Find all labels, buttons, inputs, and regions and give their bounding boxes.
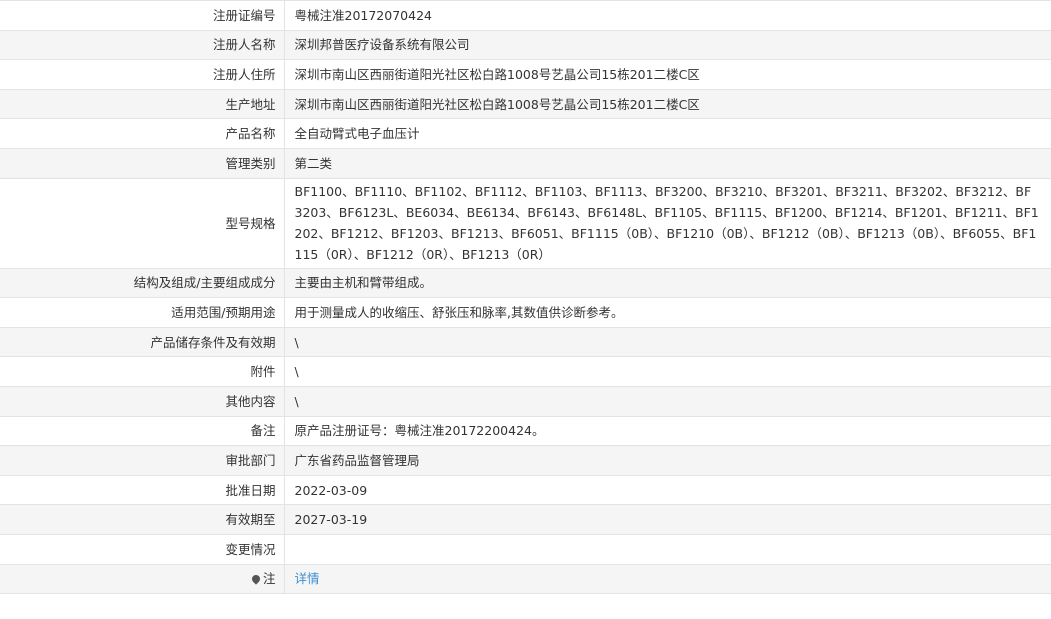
table-row: 其他内容 \ [0,385,1051,417]
field-label-structure: 结构及组成/主要组成成分 [0,267,285,299]
field-value-management-category: 第二类 [284,147,1051,179]
field-value-production-address: 深圳市南山区西丽街道阳光社区松白路1008号艺晶公司15栋201二楼C区 [284,88,1051,120]
field-label-storage: 产品储存条件及有效期 [0,326,285,358]
field-label-intended-use: 适用范围/预期用途 [0,297,285,328]
table-row: 变更情况 [0,533,1051,565]
field-value-approval-date: 2022-03-09 [284,474,1051,506]
table-row: 注册人名称 深圳邦普医疗设备系统有限公司 [0,29,1051,61]
field-label-note: 注 [0,563,285,595]
map-pin-icon [250,573,262,585]
field-label-product-name: 产品名称 [0,118,285,149]
field-value-product-name: 全自动臂式电子血压计 [284,118,1051,149]
field-value-remarks: 原产品注册证号：粤械注准20172200424。 [284,415,1051,447]
table-row: 有效期至 2027-03-19 [0,504,1051,535]
table-row: 产品储存条件及有效期 \ [0,326,1051,358]
note-label-text: 注 [262,571,276,587]
table-row: 注册证编号 粤械注准20172070424 [0,0,1051,31]
table-row: 附件 \ [0,356,1051,387]
table-row: 产品名称 全自动臂式电子血压计 [0,118,1051,149]
field-value-approval-department: 广东省药品监督管理局 [284,445,1051,476]
field-label-production-address: 生产地址 [0,88,285,120]
registration-detail-table: 注册证编号 粤械注准20172070424 注册人名称 深圳邦普医疗设备系统有限… [0,0,1051,595]
field-value-attachments: \ [284,356,1051,387]
field-value-registrant-name: 深圳邦普医疗设备系统有限公司 [284,29,1051,61]
field-label-valid-until: 有效期至 [0,504,285,535]
table-row: 备注 原产品注册证号：粤械注准20172200424。 [0,415,1051,447]
field-label-approval-department: 审批部门 [0,445,285,476]
field-label-other: 其他内容 [0,385,285,417]
table-row: 审批部门 广东省药品监督管理局 [0,445,1051,476]
field-label-registration-number: 注册证编号 [0,0,285,31]
field-value-storage: \ [284,326,1051,358]
table-row: 生产地址 深圳市南山区西丽街道阳光社区松白路1008号艺晶公司15栋201二楼C… [0,88,1051,120]
field-label-approval-date: 批准日期 [0,474,285,506]
field-label-remarks: 备注 [0,415,285,447]
field-label-registrant-name: 注册人名称 [0,29,285,61]
field-label-model-spec: 型号规格 [0,177,285,269]
field-label-registrant-address: 注册人住所 [0,59,285,90]
field-value-model-spec: BF1100、BF1110、BF1102、BF1112、BF1103、BF111… [284,177,1051,269]
field-value-note: 详情 [284,563,1051,595]
table-row: 注册人住所 深圳市南山区西丽街道阳光社区松白路1008号艺晶公司15栋201二楼… [0,59,1051,90]
field-value-intended-use: 用于测量成人的收缩压、舒张压和脉率,其数值供诊断参考。 [284,297,1051,328]
table-row: 管理类别 第二类 [0,147,1051,179]
table-row: 批准日期 2022-03-09 [0,474,1051,506]
details-link[interactable]: 详情 [295,571,320,586]
field-label-attachments: 附件 [0,356,285,387]
field-label-management-category: 管理类别 [0,147,285,179]
field-value-structure: 主要由主机和臂带组成。 [284,267,1051,299]
table-row: 适用范围/预期用途 用于测量成人的收缩压、舒张压和脉率,其数值供诊断参考。 [0,297,1051,328]
field-value-change-status [284,533,1051,565]
table-row: 型号规格 BF1100、BF1110、BF1102、BF1112、BF1103、… [0,177,1051,269]
field-value-registrant-address: 深圳市南山区西丽街道阳光社区松白路1008号艺晶公司15栋201二楼C区 [284,59,1051,90]
table-row: 注 详情 [0,563,1051,595]
field-value-other: \ [284,385,1051,417]
field-label-change-status: 变更情况 [0,533,285,565]
table-row: 结构及组成/主要组成成分 主要由主机和臂带组成。 [0,267,1051,299]
field-value-registration-number: 粤械注准20172070424 [284,0,1051,31]
field-value-valid-until: 2027-03-19 [284,504,1051,535]
